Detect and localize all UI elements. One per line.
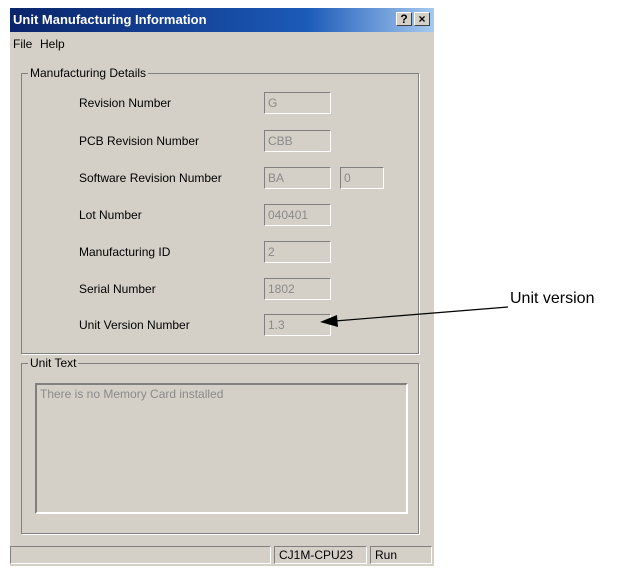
callout-arrow [320,306,509,327]
unit-version-callout: Unit version [510,290,595,307]
